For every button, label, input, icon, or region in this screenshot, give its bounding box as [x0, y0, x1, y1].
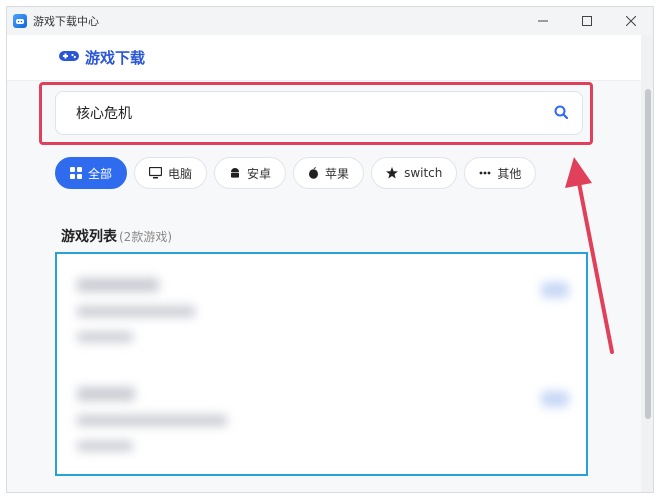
app-window: 游戏下载中心 游戏下载 核心危机 全部 电脑 安卓 苹果 switch 其他 游… — [6, 6, 654, 493]
filter-other[interactable]: 其他 — [464, 157, 537, 189]
app-icon — [13, 14, 27, 28]
search-highlight-box — [39, 82, 593, 145]
brand-title: 游戏下载 — [85, 49, 146, 67]
filter-label: switch — [404, 166, 443, 180]
window-title: 游戏下载中心 — [33, 15, 99, 28]
filter-label: 电脑 — [168, 166, 193, 181]
game-card[interactable] — [57, 260, 586, 360]
filter-android[interactable]: 安卓 — [214, 157, 287, 189]
filter-label: 安卓 — [247, 166, 272, 181]
game-card[interactable] — [57, 369, 586, 469]
gamepad-icon — [59, 48, 79, 67]
game-list-heading: 游戏列表 (2款游戏) — [61, 226, 172, 246]
android-icon — [229, 167, 241, 179]
blurred-game-meta — [77, 415, 227, 426]
star-icon — [386, 167, 399, 179]
filter-all[interactable]: 全部 — [55, 157, 128, 189]
grid-icon — [70, 167, 82, 179]
filter-label: 其他 — [497, 166, 522, 181]
filter-apple[interactable]: 苹果 — [293, 157, 365, 189]
blurred-download-button[interactable] — [541, 282, 569, 298]
blurred-game-title — [77, 387, 135, 401]
platform-filters: 全部 电脑 安卓 苹果 switch 其他 — [55, 157, 537, 189]
blurred-game-meta — [77, 306, 195, 317]
filter-label: 苹果 — [325, 166, 350, 181]
minimize-button[interactable] — [521, 7, 565, 35]
brand[interactable]: 游戏下载 — [59, 47, 145, 68]
maximize-button[interactable] — [565, 7, 609, 35]
blurred-download-button[interactable] — [541, 391, 569, 407]
blurred-game-size — [77, 441, 133, 451]
list-count: (2款游戏) — [119, 230, 172, 244]
scrollbar-thumb[interactable] — [645, 89, 651, 419]
more-icon — [479, 171, 491, 175]
blurred-game-title — [77, 278, 159, 292]
blurred-game-size — [77, 332, 133, 342]
game-list — [55, 252, 588, 476]
close-button[interactable] — [609, 7, 653, 35]
app-header: 游戏下载 — [7, 35, 643, 81]
scrollbar-track[interactable] — [641, 35, 653, 492]
monitor-icon — [149, 167, 163, 179]
filter-switch[interactable]: switch — [371, 157, 458, 189]
filter-label: 全部 — [88, 166, 113, 181]
title-bar: 游戏下载中心 — [7, 7, 653, 35]
list-title: 游戏列表 — [61, 229, 117, 245]
apple-icon — [308, 167, 319, 179]
filter-pc[interactable]: 电脑 — [134, 157, 208, 189]
